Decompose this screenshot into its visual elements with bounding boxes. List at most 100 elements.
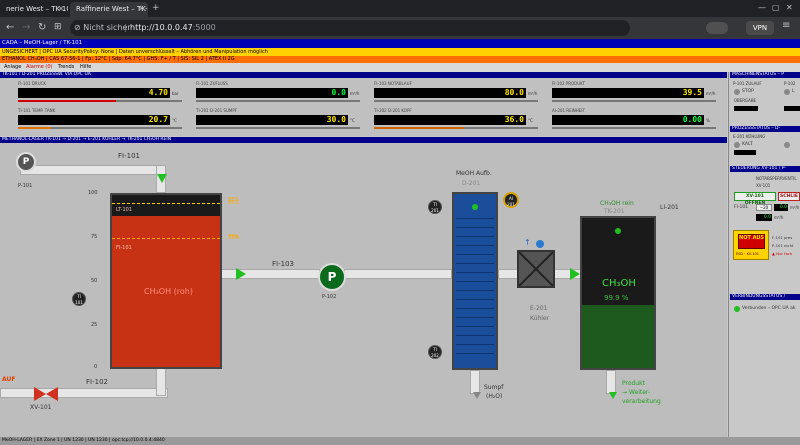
measure-value: 30.0 <box>196 115 348 125</box>
new-tab-icon[interactable]: + <box>152 3 160 13</box>
vpn-button[interactable]: VPN <box>746 21 774 35</box>
fi101-label: FI-101 <box>118 152 140 160</box>
sumpf-label: Sumpf <box>484 384 504 391</box>
tk201-tag: TK-201 <box>604 208 625 215</box>
column-tray <box>456 335 494 336</box>
menu-anlage[interactable]: Anlage <box>4 63 21 72</box>
measure-bar-fill <box>18 100 116 102</box>
measure-card: FI-103 NOTABLAUF 80.0 m³/h <box>372 81 540 106</box>
menu-trends[interactable]: Trends <box>58 63 74 72</box>
status-led <box>472 204 478 210</box>
measure-value: 36.0 <box>374 115 526 125</box>
warning-icon: ⊘ <box>74 23 81 32</box>
close-window-icon[interactable]: ✕ <box>786 3 793 12</box>
pipe-p102-d201 <box>344 269 452 279</box>
column-tray <box>456 308 494 309</box>
column-tray <box>456 326 494 327</box>
extension-toggle[interactable] <box>706 22 728 34</box>
pump-p102[interactable]: P <box>318 263 346 291</box>
column-tray <box>456 227 494 228</box>
emergency-stop-button[interactable]: NOT AUS <box>738 234 765 249</box>
column-d201[interactable] <box>452 192 498 370</box>
close-icon[interactable]: ✕ <box>138 2 144 17</box>
tk201-name: CH₃OH rein <box>600 200 634 207</box>
p101-label: P-101 <box>18 183 33 189</box>
scada-menubar: Anlage Alarme (0) Trends Hilfe <box>0 63 800 72</box>
arrow-up-icon: ↑ <box>524 238 531 247</box>
actual-value: 0.0 <box>756 214 772 221</box>
measure-label: FI-101 ZUFLUSS <box>196 81 228 86</box>
flow-arrow-right <box>570 268 580 280</box>
measure-label: FI-101 DRUCK <box>18 81 47 86</box>
measure-bar-fill <box>374 127 464 129</box>
measure-label: FI-102 PRODUKT <box>552 81 585 86</box>
measure-unit: % <box>706 118 710 123</box>
coolant-icon <box>536 240 544 248</box>
pipe-inlet <box>20 165 166 175</box>
minimize-icon[interactable]: — <box>758 3 766 12</box>
setpoint-minus-button[interactable]: −20 <box>756 204 772 211</box>
h-label: 75% <box>228 234 240 240</box>
column-tray <box>456 218 494 219</box>
valve-xv101[interactable] <box>34 386 58 401</box>
sumpf-sub-label: (H₂O) <box>486 393 503 400</box>
d201-name: MeOH Aufb. <box>456 170 492 177</box>
measure-unit: m³/h <box>350 91 360 96</box>
column-tray <box>456 281 494 282</box>
flow-arrow-right <box>236 268 246 280</box>
reload-icon[interactable]: ↻ <box>38 17 46 39</box>
column-tray <box>456 236 494 237</box>
column-tray <box>456 344 494 345</box>
measure-label: TI-101 TEMP. TANK <box>18 108 56 113</box>
menu-alarme[interactable]: Alarme (0) <box>26 63 52 72</box>
measure-label: FI-103 NOTABLAUF <box>374 81 412 86</box>
flow-arrow-down <box>157 174 167 183</box>
xv101-close-button[interactable]: SCHLIE <box>778 192 800 201</box>
scale-100: 100 <box>88 190 98 196</box>
browser-tab-active[interactable]: Raffinerie West – TK-101 M... ✕ <box>70 2 148 17</box>
tank-tk201[interactable]: CH₃OH 99.9 % <box>580 216 656 370</box>
menu-icon[interactable]: ≡ <box>782 20 790 31</box>
measure-unit: °C <box>350 118 355 123</box>
measure-value: 39.5 <box>552 88 704 98</box>
flow-arrow-down <box>473 392 481 399</box>
measure-label: TI-201 D-201 SUMPF <box>196 108 238 113</box>
measure-card: FI-102 PRODUKT 39.5 m³/h <box>550 81 718 106</box>
produkt-label-2: → Weiter- <box>622 389 651 396</box>
pump-p101[interactable]: P <box>16 152 36 172</box>
measure-bar-track <box>196 127 360 129</box>
maschinen-header: MASCHINENSTATUS – P <box>730 72 800 78</box>
column-tray <box>456 299 494 300</box>
grid-icon[interactable]: ⊞ <box>54 22 62 32</box>
back-icon[interactable]: ← <box>6 17 14 39</box>
pipe-outlet <box>0 388 168 398</box>
sensor-ti201[interactable]: TI 201 <box>428 200 442 214</box>
scale-0: 0 <box>94 364 98 370</box>
analyzer-ai201[interactable]: AI 201 <box>503 192 519 208</box>
browser-tab[interactable]: nerie West – TK-101 M... ✕ <box>0 2 68 17</box>
close-icon[interactable]: ✕ <box>58 2 64 17</box>
column-tray <box>456 254 494 255</box>
sensor-ti202[interactable]: TI 202 <box>428 345 442 359</box>
column-tray <box>456 317 494 318</box>
column-tray <box>456 290 494 291</box>
heat-exchanger-e201[interactable] <box>517 250 555 288</box>
scale-25: 25 <box>91 322 98 328</box>
forward-icon[interactable]: → <box>22 17 30 39</box>
measure-value: 20.7 <box>18 115 170 125</box>
xv101-open-button[interactable]: XV-101 ÖFFNEN <box>734 192 776 206</box>
setpoint-value: 0.0 <box>774 204 788 211</box>
tank-tk101[interactable]: 95% 75% LT-101 FI-101 CH₃OH (roh) <box>110 193 239 369</box>
measure-card: FI-101 ZUFLUSS 0.0 m³/h <box>194 81 362 106</box>
measure-bar-fill <box>18 127 51 129</box>
measure-value: 4.70 <box>18 88 170 98</box>
security-indicator[interactable]: ⊘ Nicht sicher <box>74 22 131 34</box>
prozess-header: PROZESSSTATUS – D- <box>730 126 800 132</box>
maximize-icon[interactable]: ▢ <box>772 3 780 12</box>
pipe-sumpf <box>470 370 480 394</box>
sensor-ti101[interactable]: TI 101 <box>72 292 86 306</box>
scada-title: CADA – MeOH-Lager / TK-101 <box>0 39 800 48</box>
tank-level-fill <box>582 305 654 368</box>
column-tray <box>456 245 494 246</box>
menu-hilfe[interactable]: Hilfe <box>80 63 91 72</box>
